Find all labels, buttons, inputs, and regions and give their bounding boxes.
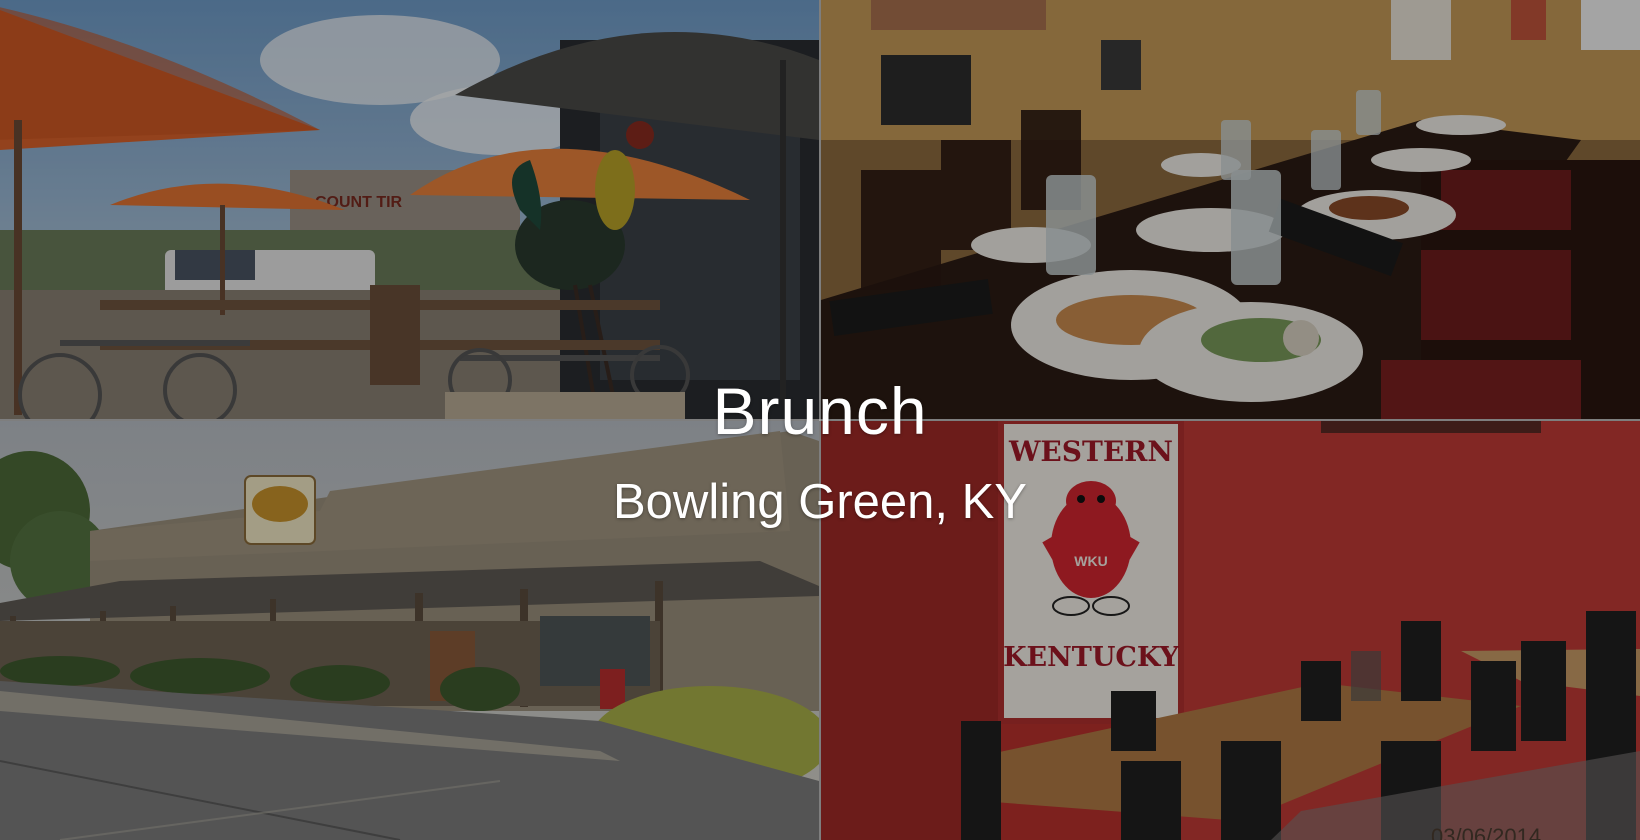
- overlay-subtitle: Bowling Green, KY: [613, 475, 1027, 529]
- dining-table-photo: [821, 0, 1640, 419]
- overlay-title: Brunch: [712, 374, 928, 448]
- patio-photo: COUNT TIR: [0, 0, 819, 419]
- collage: COUNT TIR WESTERN KENTUCKY WKU 03/06/201…: [0, 0, 1640, 840]
